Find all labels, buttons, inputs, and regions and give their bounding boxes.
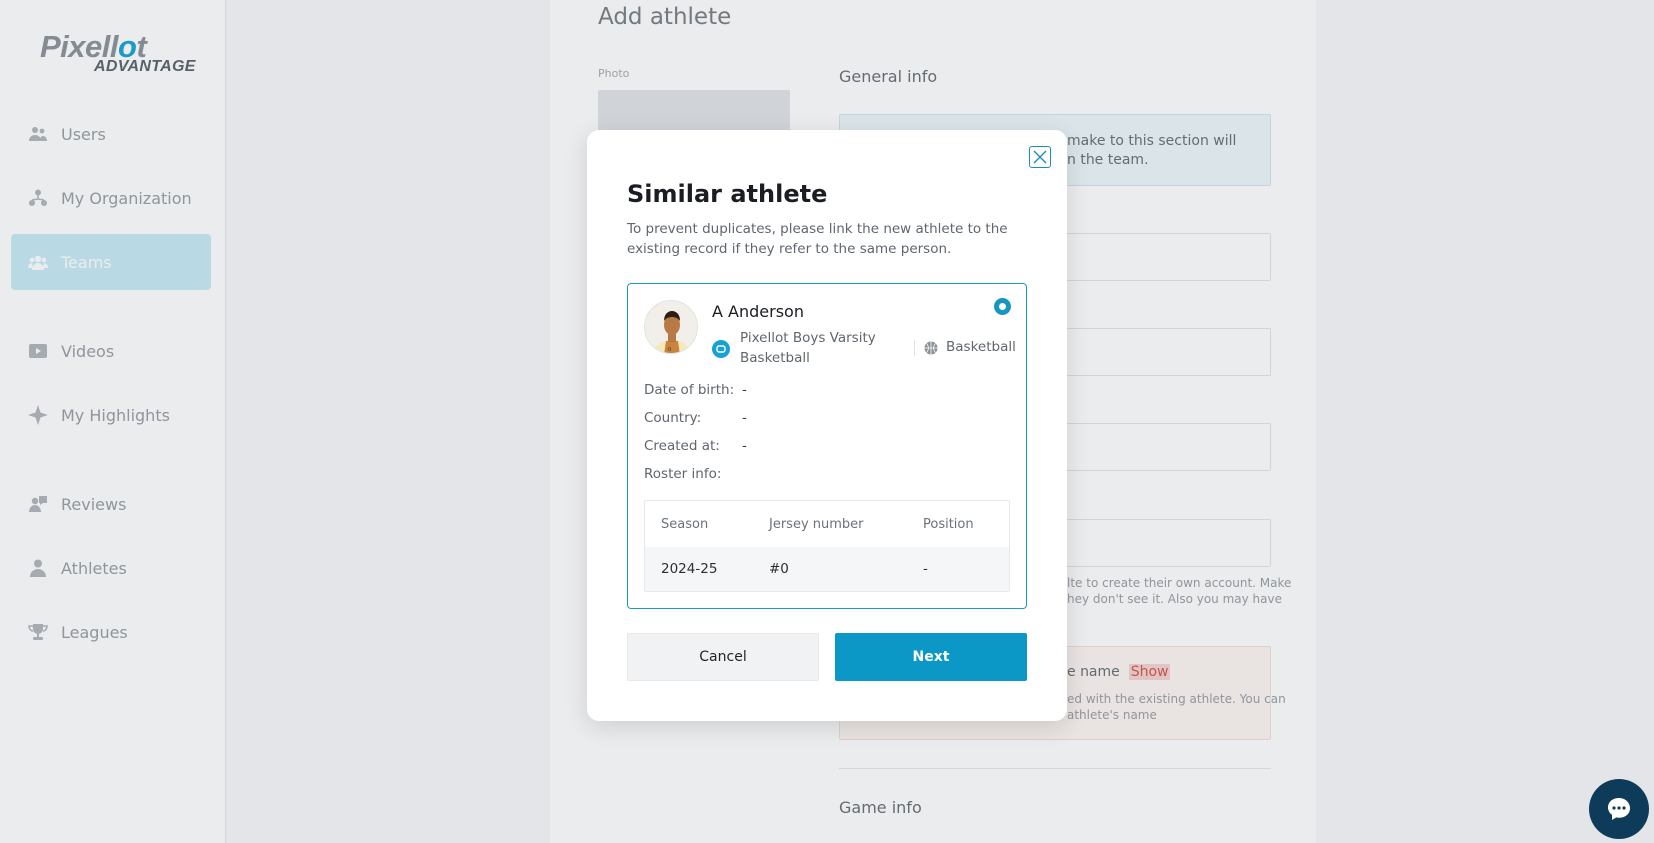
column-header-jersey-number: Jersey number <box>769 517 864 532</box>
dob-value: - <box>742 382 747 398</box>
roster-table: Season Jersey number Position 2024-25 #0… <box>644 500 1010 592</box>
country-label: Country: <box>644 410 702 426</box>
cell-position: - <box>923 561 928 577</box>
table-row: 2024-25 #0 - <box>645 547 1009 591</box>
cancel-button[interactable]: Cancel <box>627 633 819 681</box>
dob-label: Date of birth: <box>644 382 735 398</box>
svg-text:0: 0 <box>668 347 671 353</box>
country-value: - <box>742 410 747 426</box>
cell-jersey-number: #0 <box>769 561 789 577</box>
close-button[interactable] <box>1029 146 1051 168</box>
athlete-sport: Basketball <box>946 339 1016 355</box>
select-athlete-radio[interactable] <box>994 298 1011 315</box>
close-icon <box>1033 150 1047 164</box>
similar-athlete-dialog: Similar athlete To prevent duplicates, p… <box>587 130 1067 721</box>
column-header-position: Position <box>923 517 974 532</box>
radio-selected-dot <box>999 303 1006 310</box>
next-button[interactable]: Next <box>835 633 1027 681</box>
created-at-label: Created at: <box>644 438 720 454</box>
roster-info-label: Roster info: <box>644 466 722 482</box>
athlete-team: Pixellot Boys Varsity Basketball <box>740 330 876 366</box>
cell-season: 2024-25 <box>661 561 718 577</box>
basketball-icon <box>924 341 938 355</box>
athlete-match-card[interactable]: 0 A Anderson Pixellot Boys Varsity Baske… <box>627 283 1027 609</box>
chat-icon <box>1608 798 1630 820</box>
column-header-season: Season <box>661 517 709 532</box>
athlete-name: A Anderson <box>712 302 804 321</box>
dialog-title: Similar athlete <box>627 180 828 208</box>
dialog-description: To prevent duplicates, please link the n… <box>627 221 1008 257</box>
divider <box>914 340 915 356</box>
created-at-value: - <box>742 438 747 454</box>
team-icon <box>712 340 730 358</box>
chat-button[interactable] <box>1589 779 1649 839</box>
athlete-avatar: 0 <box>644 300 698 354</box>
